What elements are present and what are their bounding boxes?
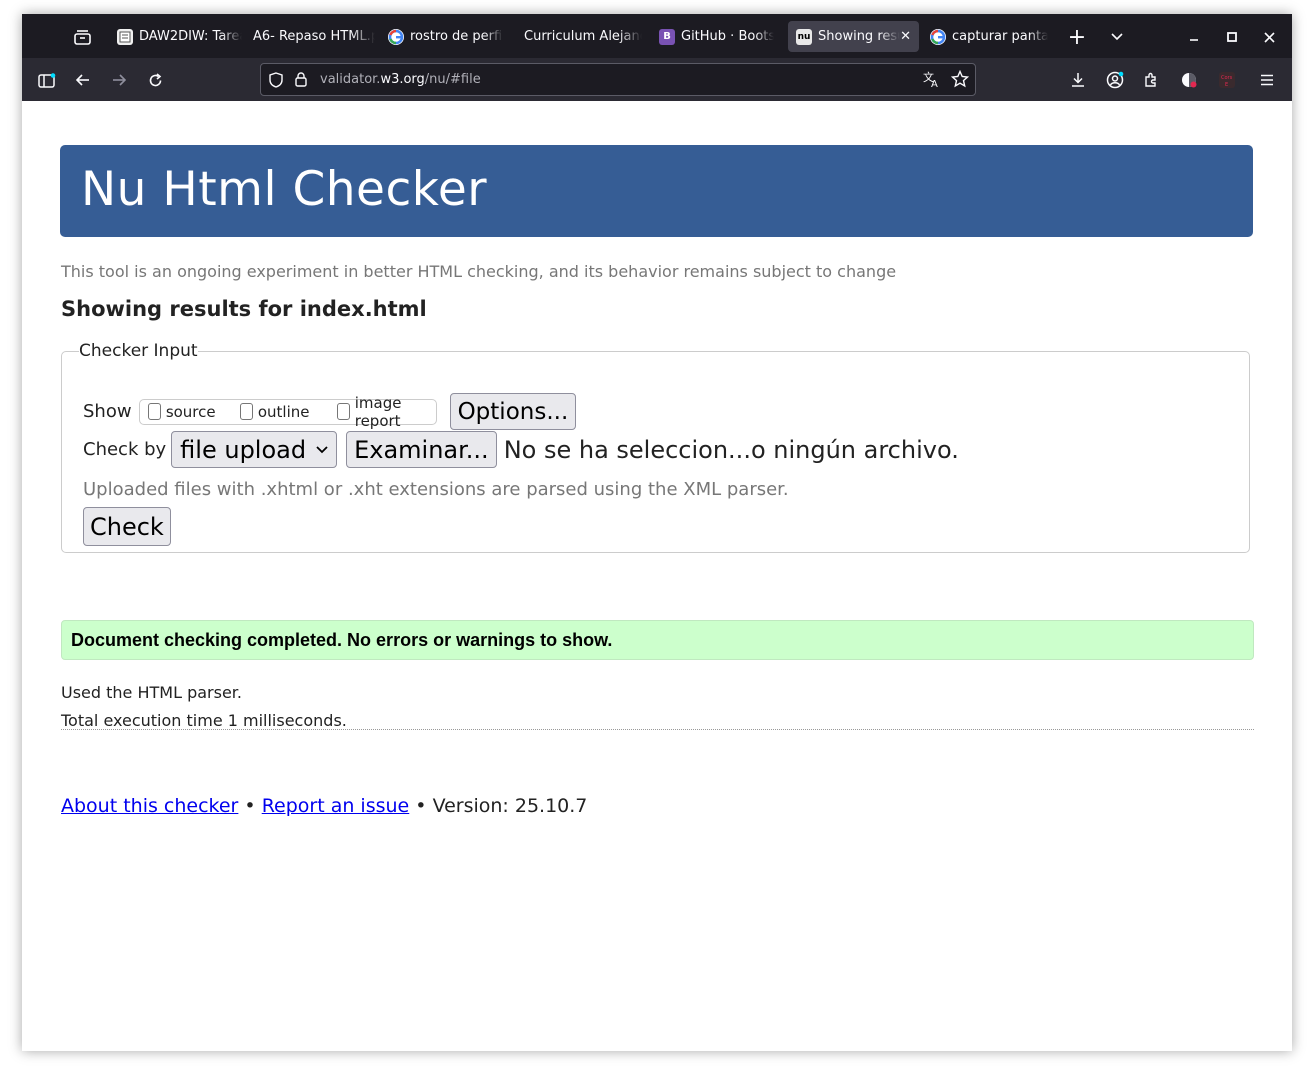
svg-text:E: E: [1225, 82, 1228, 88]
addon-privacy-icon[interactable]: [1177, 68, 1201, 92]
check-by-select-value: file upload: [180, 435, 307, 464]
tab-title: Showing results: [818, 29, 900, 44]
divider: [61, 729, 1254, 730]
success-message: Document checking completed. No errors o…: [61, 620, 1254, 660]
cors-extension-icon[interactable]: Cors E: [1215, 68, 1239, 92]
reload-icon[interactable]: [143, 68, 167, 92]
tab-curriculum[interactable]: Curriculum Alejandro: [524, 21, 642, 52]
menu-icon[interactable]: [1255, 68, 1279, 92]
tab-strip: DAW2DIW: Tarea A6- Repaso HTML.pdf rostr…: [22, 14, 1292, 58]
navigation-toolbar: validator.w3.org/nu/#file 文A Cors E: [22, 58, 1292, 101]
page-content: Nu Html Checker This tool is an ongoing …: [22, 101, 1292, 1051]
nu-icon: nu: [796, 28, 812, 45]
show-label: Show: [83, 401, 132, 422]
forward-icon[interactable]: [107, 68, 131, 92]
check-by-row: Check by file upload Examinar... No se h…: [83, 431, 959, 468]
url-path: /nu/#file: [424, 72, 481, 87]
checker-input-fieldset: Checker Input Show source outline image …: [61, 341, 1250, 553]
header-banner: Nu Html Checker: [60, 145, 1253, 237]
check-by-label: Check by: [83, 439, 167, 460]
parser-info: Used the HTML parser.: [61, 683, 242, 702]
tab-rostro-de-perfil[interactable]: rostro de perfil: [388, 21, 503, 52]
new-tab-icon[interactable]: +: [1065, 25, 1089, 50]
tab-title: capturar pantalla: [952, 29, 1048, 44]
downloads-icon[interactable]: [1066, 68, 1090, 92]
tab-title: rostro de perfil: [410, 29, 503, 44]
source-checkbox-label[interactable]: source: [166, 403, 216, 421]
bootstrap-icon: B: [659, 28, 675, 45]
checker-input-legend: Checker Input: [79, 341, 198, 361]
page-title: Nu Html Checker: [81, 162, 488, 217]
svg-text:A: A: [931, 79, 938, 88]
file-status-text: No se ha seleccion...o ningún archivo.: [503, 435, 959, 464]
tab-showing-results[interactable]: nu Showing results ✕: [788, 21, 919, 52]
check-by-select[interactable]: file upload: [171, 431, 338, 468]
tab-groups-icon[interactable]: [70, 25, 94, 49]
url-bar[interactable]: validator.w3.org/nu/#file 文A: [260, 63, 976, 96]
url-host: w3.org: [380, 72, 425, 87]
close-window-icon[interactable]: [1257, 25, 1281, 49]
results-heading: Showing results for index.html: [61, 297, 427, 321]
url-text[interactable]: validator.w3.org/nu/#file: [320, 72, 481, 87]
tab-a6-repaso[interactable]: A6- Repaso HTML.pdf: [253, 21, 375, 52]
show-options-group: source outline image report: [138, 394, 437, 430]
browser-window: DAW2DIW: Tarea A6- Repaso HTML.pdf rostr…: [22, 14, 1292, 1051]
url-prefix: validator.: [320, 72, 381, 87]
footer-separator: •: [415, 795, 427, 817]
image-report-checkbox-label[interactable]: image report: [355, 394, 428, 430]
maximize-icon[interactable]: [1220, 25, 1244, 49]
tab-daw2diw[interactable]: DAW2DIW: Tarea: [117, 21, 242, 52]
tab-title: DAW2DIW: Tarea: [139, 29, 242, 44]
google-icon: [930, 28, 946, 45]
version-text: Version: 25.10.7: [432, 795, 588, 817]
report-issue-link[interactable]: Report an issue: [262, 795, 410, 817]
bookmark-star-icon[interactable]: [951, 70, 969, 88]
options-button[interactable]: Options...: [449, 393, 577, 430]
minimize-icon[interactable]: [1182, 25, 1206, 49]
back-icon[interactable]: [71, 68, 95, 92]
lock-icon[interactable]: [295, 72, 307, 87]
account-icon[interactable]: [1103, 68, 1127, 92]
svg-text:Cors: Cors: [1221, 75, 1233, 81]
list-all-tabs-icon[interactable]: [1105, 25, 1129, 49]
source-checkbox[interactable]: [147, 403, 161, 420]
sidebar-icon[interactable]: [35, 68, 59, 92]
show-options-row: Show source outline image report Options…: [83, 393, 577, 430]
xml-parser-hint: Uploaded files with .xhtml or .xht exten…: [83, 479, 789, 500]
image-report-checkbox[interactable]: [336, 403, 350, 420]
about-checker-link[interactable]: About this checker: [61, 795, 238, 817]
outline-checkbox-label[interactable]: outline: [258, 403, 310, 421]
tab-github-bootstrap[interactable]: B GitHub · Bootstrap: [659, 21, 774, 52]
tab-title: Curriculum Alejandro: [524, 29, 642, 44]
page-subtitle: This tool is an ongoing experiment in be…: [61, 262, 897, 281]
chevron-down-icon: [316, 445, 328, 454]
close-tab-icon[interactable]: ✕: [900, 29, 919, 44]
document-icon: [117, 28, 133, 45]
tab-title: GitHub · Bootstrap: [681, 29, 774, 44]
footer: About this checker • Report an issue • V…: [61, 795, 587, 817]
browse-file-button[interactable]: Examinar...: [346, 431, 497, 468]
extensions-icon[interactable]: [1139, 68, 1163, 92]
footer-separator: •: [244, 795, 256, 817]
tab-title: A6- Repaso HTML.pdf: [253, 29, 375, 44]
check-button[interactable]: Check: [83, 507, 171, 546]
translate-icon[interactable]: 文A: [923, 70, 941, 88]
outline-checkbox[interactable]: [239, 403, 253, 420]
google-icon: [388, 28, 404, 45]
tracking-protection-icon[interactable]: [269, 71, 283, 88]
tab-capturar-pantalla[interactable]: capturar pantalla: [930, 21, 1048, 52]
execution-time: Total execution time 1 milliseconds.: [61, 711, 347, 730]
